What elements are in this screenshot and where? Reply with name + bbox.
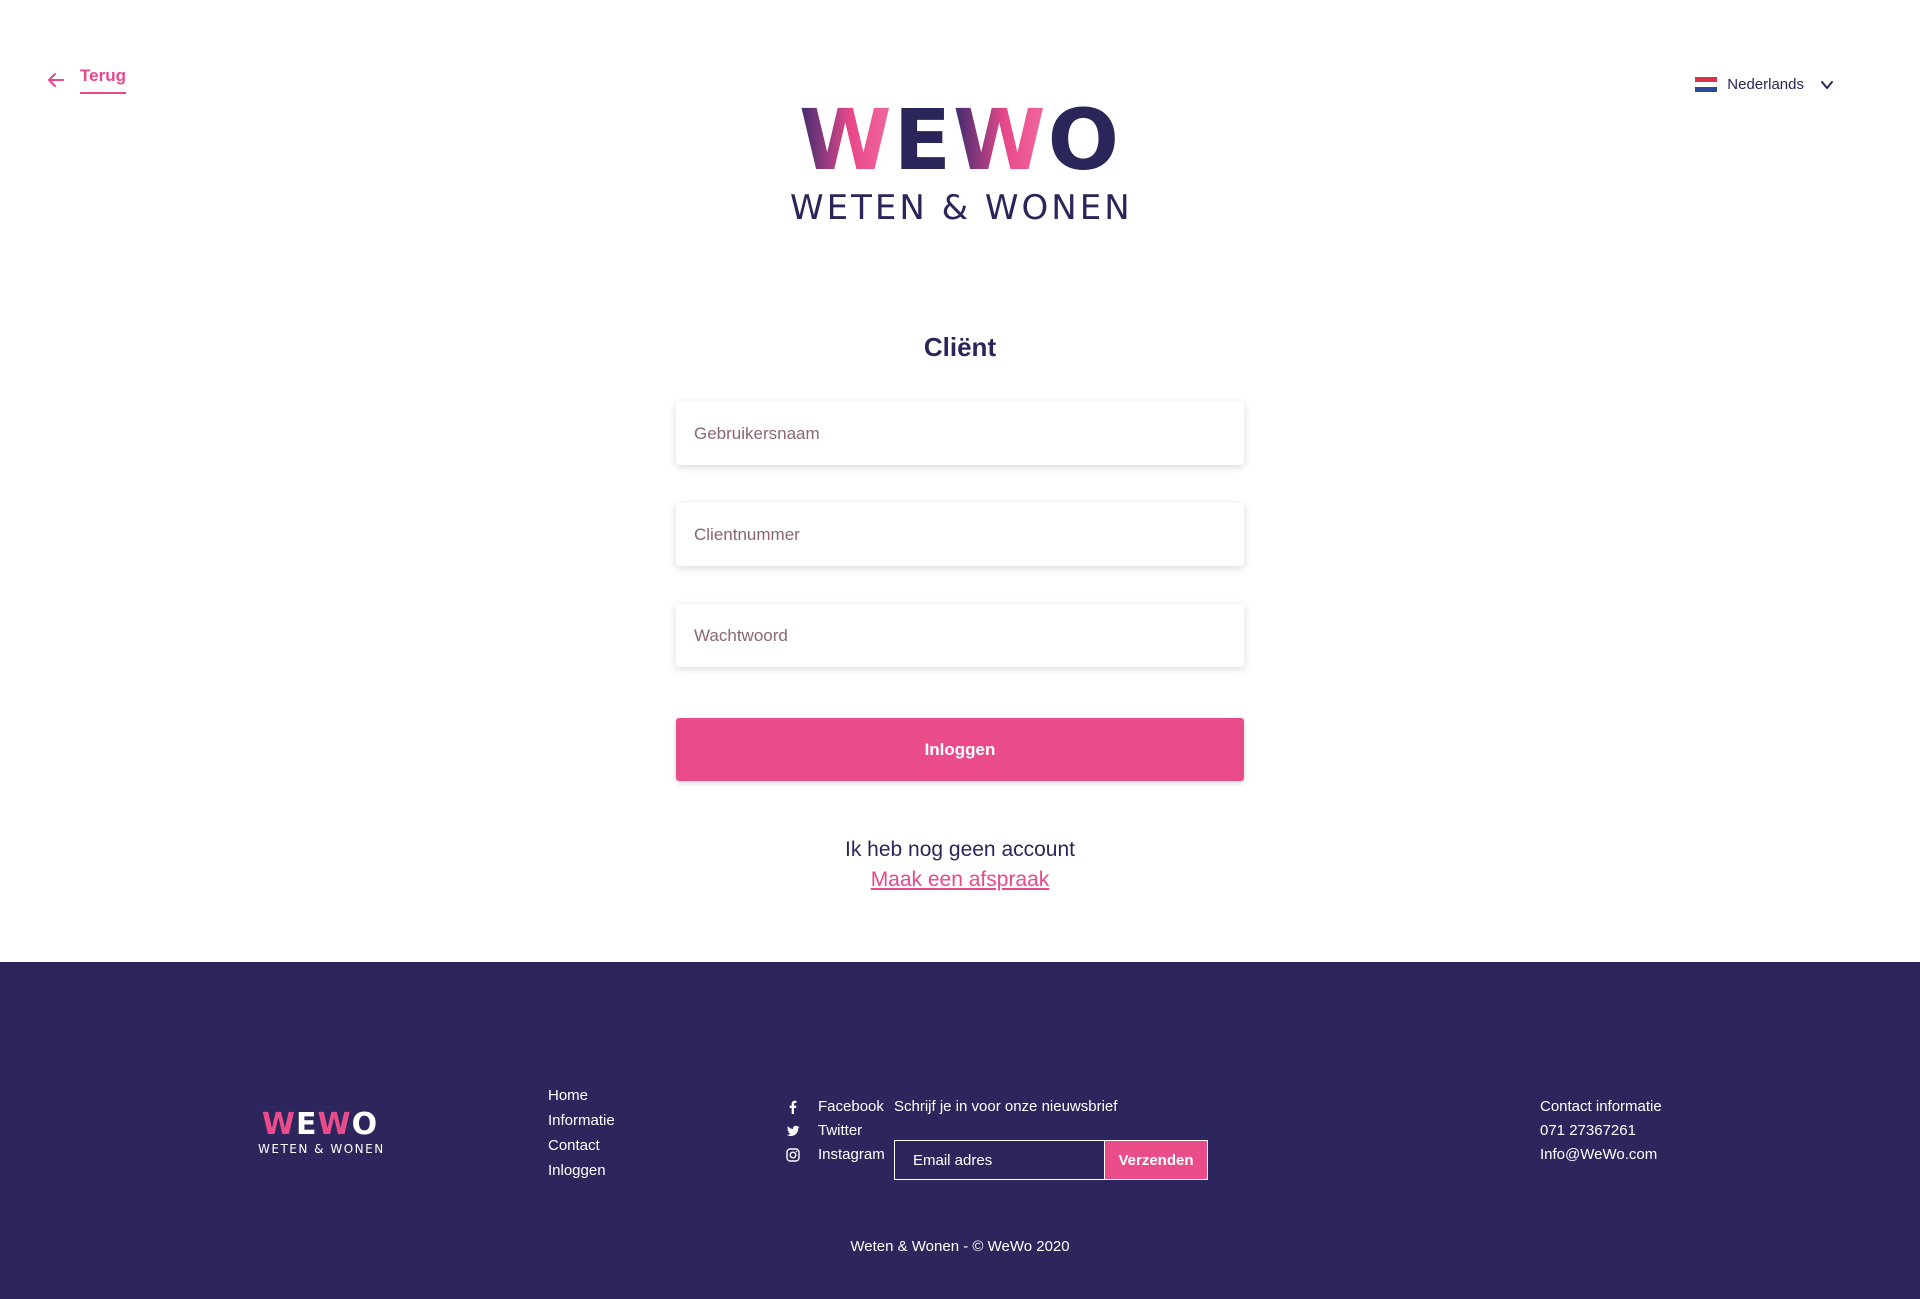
- username-input[interactable]: [694, 423, 1244, 444]
- contact-heading: Contact informatie: [1540, 1098, 1662, 1115]
- logo-tagline: WETEN & WONEN: [790, 188, 1133, 228]
- footer-contact: Contact informatie 071 27367261 Info@WeW…: [1540, 1098, 1662, 1163]
- back-link[interactable]: Terug: [46, 66, 126, 94]
- footer-nav: Home Informatie Contact Inloggen: [548, 1087, 615, 1180]
- facebook-icon: [789, 1100, 797, 1114]
- client-number-input[interactable]: [694, 524, 1244, 545]
- newsletter-send-button[interactable]: Verzenden: [1104, 1140, 1208, 1180]
- back-link-label[interactable]: Terug: [80, 66, 126, 94]
- wewo-logo: WEWO WETEN & WONEN: [790, 98, 1130, 228]
- instagram-link[interactable]: Instagram: [786, 1146, 885, 1163]
- footer: WEWO WETEN & WONEN Home Informatie Conta…: [0, 962, 1920, 1299]
- newsletter-email-field[interactable]: [894, 1140, 1104, 1180]
- no-account-text: Ik heb nog geen account: [844, 838, 1075, 861]
- language-select[interactable]: Nederlands: [1695, 76, 1834, 93]
- login-button[interactable]: Inloggen: [676, 718, 1244, 781]
- footer-link-contact[interactable]: Contact: [548, 1137, 615, 1155]
- copyright: Weten & Wonen - © WeWo 2020: [850, 1238, 1070, 1255]
- arrow-left-icon: [48, 73, 64, 87]
- chevron-down-icon: [1821, 80, 1833, 89]
- page-title: Cliënt: [923, 332, 997, 362]
- username-field[interactable]: [676, 402, 1244, 465]
- twitter-link[interactable]: Twitter: [786, 1122, 885, 1139]
- footer-logo[interactable]: WEWO WETEN & WONEN: [258, 1107, 385, 1157]
- password-field[interactable]: [676, 604, 1244, 667]
- logo-wordmark: WEWO: [798, 91, 1122, 189]
- make-appointment-link[interactable]: Maak een afspraak: [871, 868, 1050, 891]
- facebook-link[interactable]: Facebook: [786, 1098, 885, 1115]
- social-links: Facebook Twitter Instagram: [786, 1098, 885, 1163]
- footer-link-home[interactable]: Home: [548, 1087, 615, 1105]
- footer-logo-wordmark: WEWO: [261, 1107, 379, 1142]
- contact-phone: 071 27367261: [1540, 1122, 1636, 1139]
- appointment-link-wrapper: Maak een afspraak: [0, 868, 1920, 892]
- instagram-icon: [786, 1147, 800, 1162]
- password-input[interactable]: [694, 625, 1244, 646]
- contact-email: Info@WeWo.com: [1540, 1146, 1658, 1163]
- client-number-field[interactable]: [676, 503, 1244, 566]
- twitter-icon: [786, 1125, 800, 1136]
- newsletter-form: Verzenden: [894, 1140, 1208, 1180]
- footer-logo-tagline: WETEN & WONEN: [258, 1142, 385, 1156]
- newsletter-label: Schrijf je in voor onze nieuwsbrief: [894, 1098, 1118, 1115]
- netherlands-flag-icon: [1695, 77, 1718, 92]
- language-label: Nederlands: [1727, 76, 1804, 93]
- footer-link-inloggen[interactable]: Inloggen: [548, 1162, 615, 1180]
- footer-link-informatie[interactable]: Informatie: [548, 1112, 615, 1130]
- newsletter-email-input[interactable]: [913, 1151, 1104, 1169]
